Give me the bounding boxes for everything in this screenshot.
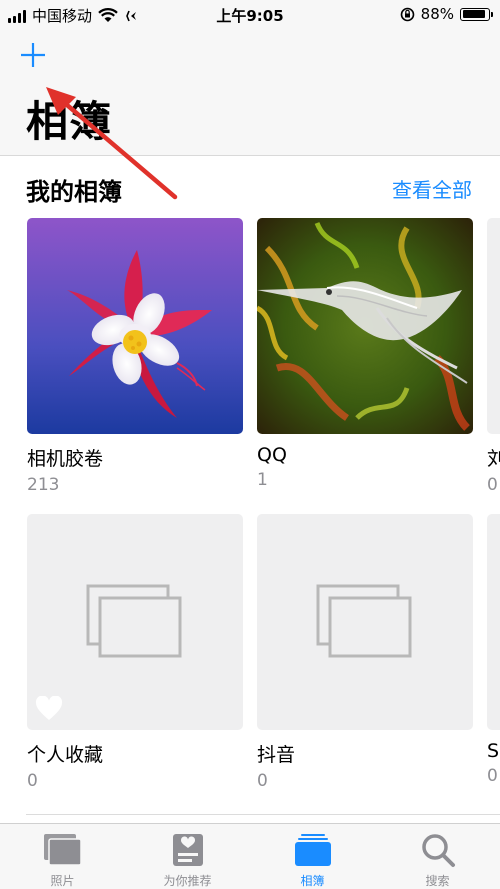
album-thumbnail — [27, 514, 243, 730]
album-name: 刘 — [487, 448, 500, 470]
heart-icon — [35, 696, 63, 720]
album-name: 个人收藏 — [27, 744, 104, 766]
album-partial-1[interactable]: 刘 0 — [487, 218, 500, 495]
add-album-button[interactable] — [18, 40, 48, 70]
album-count: 0 — [257, 771, 268, 791]
album-favorites[interactable]: 个人收藏 0 — [27, 514, 243, 791]
album-thumbnail — [257, 514, 473, 730]
status-right: 88% — [400, 5, 493, 23]
battery-level — [462, 10, 485, 18]
album-camera-roll[interactable]: 相机胶卷 213 — [27, 218, 243, 495]
album-count: 1 — [257, 470, 268, 490]
tab-for-you[interactable]: 为你推荐 — [125, 824, 250, 889]
album-name: S — [487, 740, 500, 762]
album-count: 213 — [27, 475, 60, 495]
search-icon — [421, 834, 455, 867]
tab-albums[interactable]: 相簿 — [250, 824, 375, 889]
album-name: QQ — [257, 444, 287, 466]
battery-icon — [460, 7, 493, 21]
nav-header: 相簿 — [0, 30, 500, 200]
album-name: 相机胶卷 — [27, 448, 104, 470]
tab-label: 相簿 — [300, 874, 325, 888]
album-name: 抖音 — [257, 744, 296, 766]
album-thumbnail — [487, 218, 500, 434]
section-title: 我的相簿 — [26, 178, 122, 206]
album-douyin[interactable]: 抖音 0 — [257, 514, 473, 791]
empty-album-icon — [316, 584, 412, 658]
orientation-lock-icon — [400, 7, 414, 21]
plus-icon — [21, 43, 45, 67]
album-thumbnail — [487, 514, 500, 730]
flower-photo — [27, 218, 243, 434]
for-you-icon — [172, 834, 203, 866]
tab-label: 搜索 — [425, 874, 450, 888]
album-count: 0 — [27, 771, 38, 791]
section-divider — [26, 814, 500, 815]
status-bar: 中国移动 上午9:05 88% — [0, 0, 500, 30]
page-title: 相簿 — [26, 97, 113, 146]
album-count: 0 — [487, 475, 498, 495]
album-qq[interactable]: QQ 1 — [257, 218, 473, 490]
albums-icon — [294, 834, 331, 866]
album-partial-2[interactable]: S 0 — [487, 514, 500, 786]
hummingbird-photo — [257, 218, 473, 434]
album-count: 0 — [487, 766, 498, 786]
battery-percent: 88% — [420, 5, 454, 23]
tab-search[interactable]: 搜索 — [375, 824, 500, 889]
tab-bar: 照片 为你推荐 相簿 搜索 — [0, 823, 500, 889]
photos-icon — [43, 834, 82, 866]
see-all-link[interactable]: 查看全部 — [392, 174, 472, 203]
tab-label: 为你推荐 — [163, 874, 212, 888]
tab-label: 照片 — [50, 874, 75, 888]
tab-photos[interactable]: 照片 — [0, 824, 125, 889]
